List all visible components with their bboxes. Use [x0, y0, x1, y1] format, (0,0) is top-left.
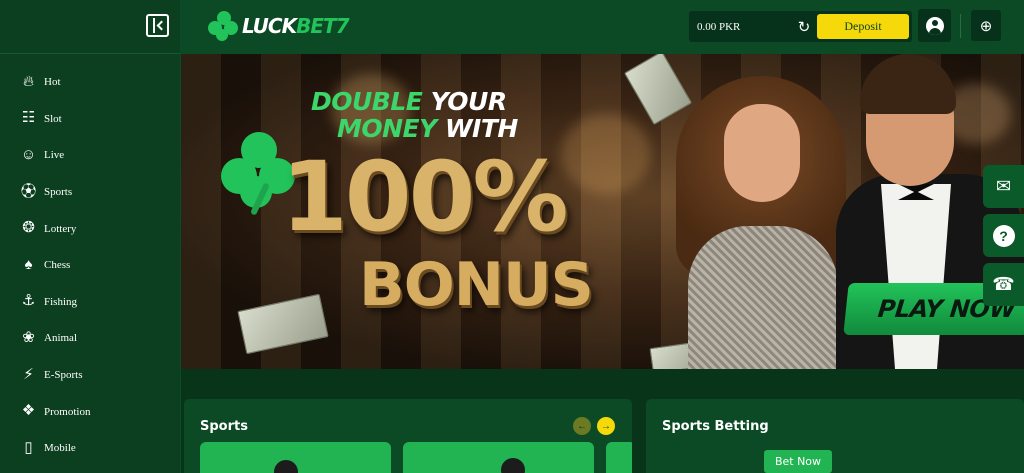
- sidebar-item-label: Chess: [44, 259, 71, 272]
- sidebar-item-promotion[interactable]: ❖ Promotion: [0, 393, 180, 430]
- arrow-left-icon: ←: [577, 420, 587, 432]
- banner-light: [561, 114, 651, 194]
- sidebar-item-label: Sports: [44, 186, 73, 199]
- top-header: LUCKBET7 0.00 PKR ↻ Deposit ⊕: [181, 0, 1024, 54]
- sidebar-collapse-icon[interactable]: [146, 14, 169, 37]
- sidebar-item-label: Promotion: [44, 405, 91, 418]
- clover-icon: [208, 10, 240, 42]
- support-chat-icon: ☎: [992, 274, 1015, 294]
- user-icon: [925, 16, 944, 35]
- sidebar-item-lottery[interactable]: ❂ Lottery: [0, 210, 180, 247]
- banknote-image: [237, 293, 329, 355]
- header-divider: [960, 14, 961, 38]
- woman-figure: [676, 76, 846, 369]
- sidebar-item-slot[interactable]: ☷ Slot: [0, 101, 180, 138]
- sports-game-tile[interactable]: [606, 442, 632, 473]
- cards-icon: ♠: [24, 256, 33, 273]
- sidebar: 🔥︎ Hot ☷ Slot ☺ Live ⚽︎ Sports ❂ Lottery ♠ Che…: [0, 0, 181, 473]
- sidebar-item-label: Fishing: [44, 295, 78, 308]
- language-button[interactable]: ⊕: [971, 10, 1001, 41]
- sports-game-tile[interactable]: [200, 442, 391, 473]
- help-icon: ?: [992, 224, 1015, 247]
- account-button[interactable]: [918, 9, 951, 42]
- fishing-icon: ⚓︎: [21, 293, 36, 310]
- sports-game-tile[interactable]: [403, 442, 594, 473]
- mobile-icon: ▯: [24, 439, 33, 456]
- site-logo[interactable]: LUCKBET7: [208, 9, 350, 43]
- sidebar-item-label: Hot: [44, 76, 61, 89]
- deposit-button[interactable]: Deposit: [817, 14, 909, 39]
- sidebar-header: [0, 0, 180, 54]
- sidebar-item-label: E-Sports: [44, 369, 83, 382]
- soccer-ball-icon: ⚽︎: [20, 183, 36, 200]
- globe-icon: ⊕: [979, 17, 993, 35]
- sidebar-nav: 🔥︎ Hot ☷ Slot ☺ Live ⚽︎ Sports ❂ Lottery ♠ Che…: [0, 54, 180, 467]
- live-dealer-icon: ☺: [20, 146, 37, 163]
- support-chat-button[interactable]: ☎: [983, 263, 1024, 306]
- sidebar-item-sports[interactable]: ⚽︎ Sports: [0, 174, 180, 211]
- sidebar-item-label: Slot: [44, 112, 62, 125]
- carousel-prev-button[interactable]: ←: [573, 417, 591, 435]
- sidebar-item-fishing[interactable]: ⚓︎ Fishing: [0, 284, 180, 321]
- sports-section-title: Sports: [200, 419, 248, 434]
- sidebar-item-chess[interactable]: ♠ Chess: [0, 247, 180, 284]
- sidebar-item-animal[interactable]: ❀ Animal: [0, 320, 180, 357]
- refresh-icon[interactable]: ↻: [795, 18, 813, 36]
- sidebar-item-label: Live: [44, 149, 65, 162]
- sidebar-item-label: Animal: [44, 332, 77, 345]
- sports-betting-card: Sports Betting Bet Now: [646, 399, 1024, 473]
- sports-card: Sports ← →: [184, 399, 632, 473]
- arrow-right-icon: →: [601, 420, 611, 432]
- gift-bag-icon: ❖: [21, 403, 36, 420]
- slot-machine-icon: ☷: [21, 110, 36, 127]
- sidebar-item-label: Lottery: [44, 222, 77, 235]
- fire-icon: 🔥︎: [22, 73, 34, 90]
- content-sections: Sports ← → Sports Betting Bet Now: [181, 369, 1024, 473]
- sidebar-item-live[interactable]: ☺ Live: [0, 137, 180, 174]
- promo-banner[interactable]: DOUBLE YOUR MONEY WITH 100% BONUS PLAY N…: [181, 54, 1024, 369]
- bonus-word: BONUS: [359, 250, 594, 320]
- bet-now-button[interactable]: Bet Now: [764, 450, 832, 473]
- mail-icon: ✉: [995, 176, 1012, 196]
- sidebar-item-mobile[interactable]: ▯ Mobile: [0, 430, 180, 467]
- mail-button[interactable]: ✉: [983, 165, 1024, 208]
- sports-betting-title: Sports Betting: [662, 419, 769, 434]
- promo-headline: DOUBLE YOUR MONEY WITH: [311, 87, 518, 143]
- app-root: 🔥︎ Hot ☷ Slot ☺ Live ⚽︎ Sports ❂ Lottery ♠ Che…: [0, 0, 1024, 473]
- logo-text: LUCKBET7: [242, 14, 350, 38]
- balance-display: 0.00 PKR: [697, 20, 741, 33]
- lightning-icon: ⚡︎: [23, 366, 34, 383]
- bonus-percentage: 100%: [281, 141, 569, 253]
- rooster-icon: ❀: [22, 329, 35, 346]
- lottery-balls-icon: ❂: [22, 220, 35, 237]
- carousel-next-button[interactable]: →: [597, 417, 615, 435]
- sidebar-item-hot[interactable]: 🔥︎ Hot: [0, 64, 180, 101]
- help-button[interactable]: ?: [983, 214, 1024, 257]
- wallet-bar: 0.00 PKR ↻ Deposit: [689, 11, 912, 42]
- sidebar-item-label: Mobile: [44, 442, 76, 455]
- sidebar-item-esports[interactable]: ⚡︎ E-Sports: [0, 357, 180, 394]
